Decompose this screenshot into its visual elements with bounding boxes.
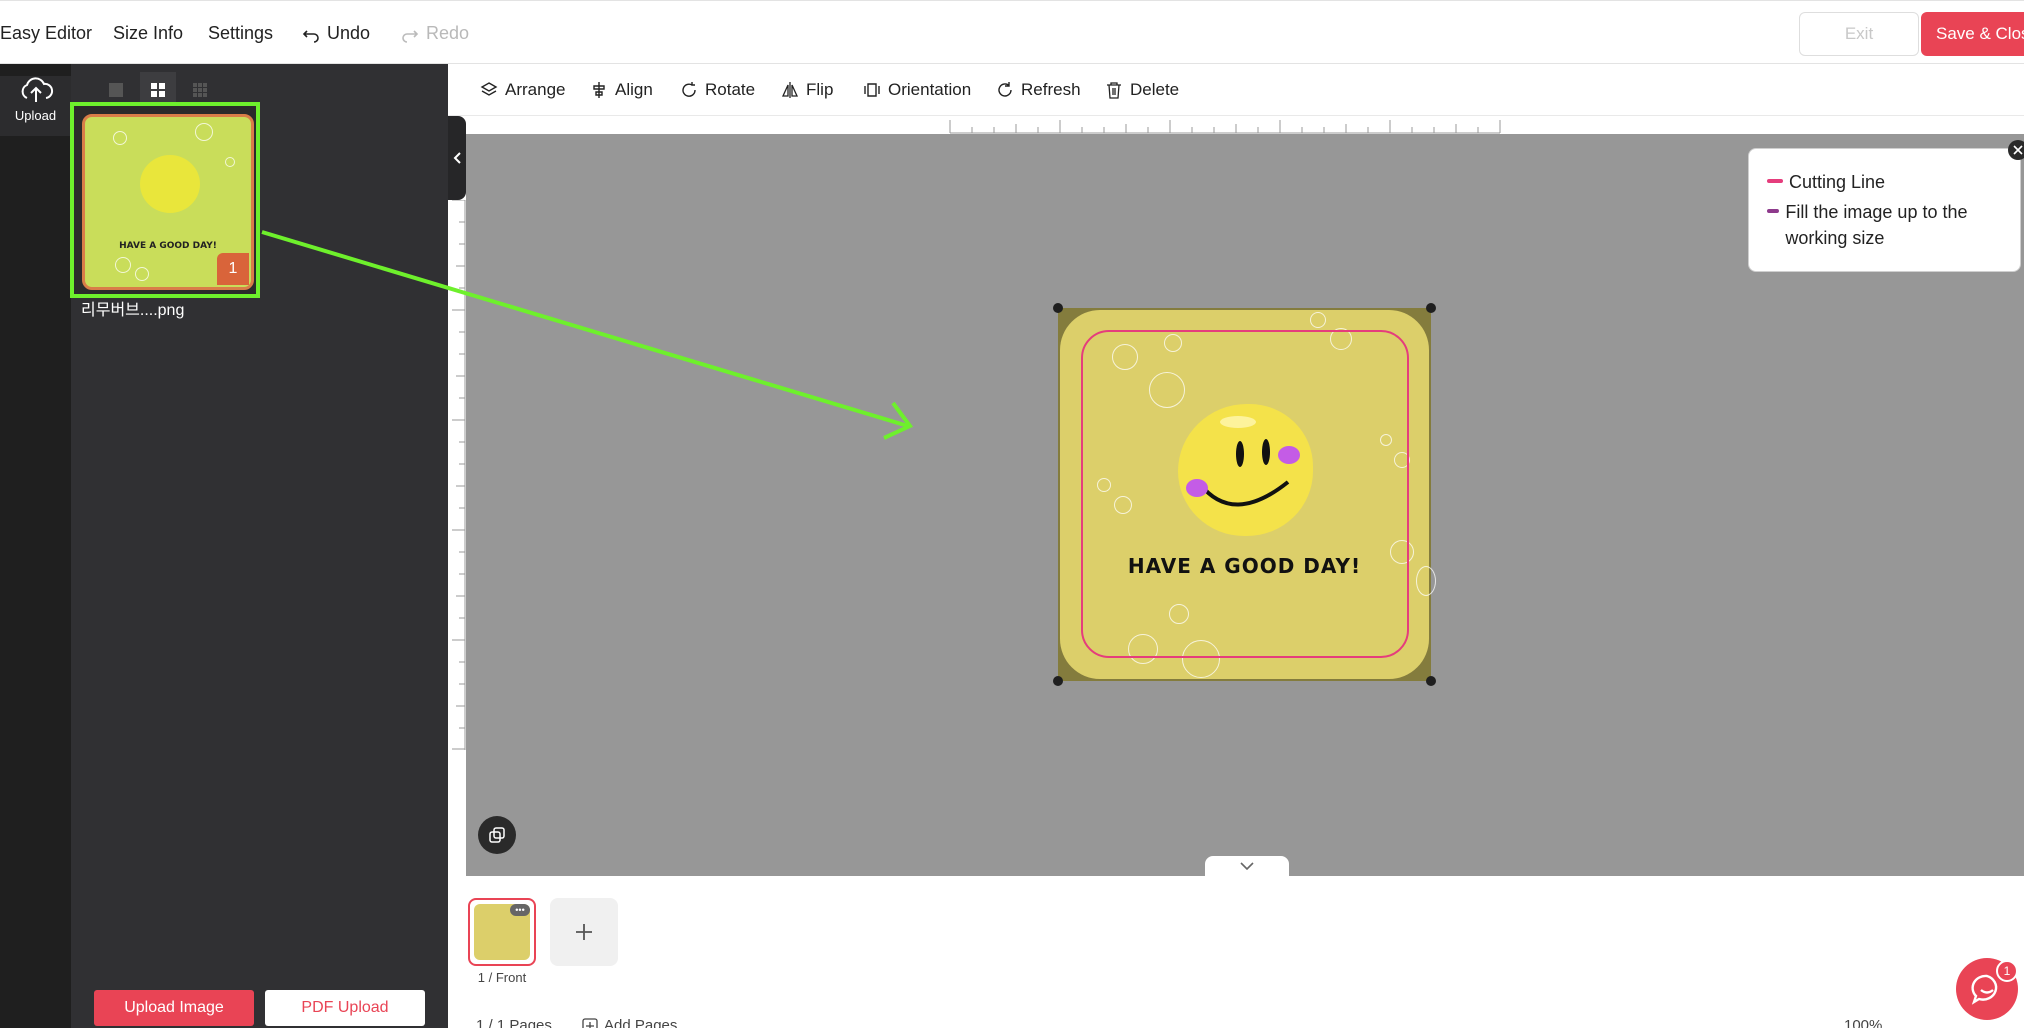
arrange-button[interactable]: Arrange	[480, 80, 565, 100]
fit-view-button[interactable]	[478, 816, 516, 854]
resize-handle-bottom-left[interactable]	[1053, 676, 1063, 686]
align-button[interactable]: Align	[590, 80, 653, 100]
undo-icon	[302, 29, 319, 43]
legend-close-button[interactable]	[2008, 140, 2024, 160]
trash-icon	[1107, 82, 1121, 99]
chevron-down-icon	[1240, 862, 1254, 870]
rotate-button[interactable]: Rotate	[680, 80, 755, 100]
app-title: Easy Editor	[0, 23, 92, 44]
grid-view-icon	[151, 83, 165, 97]
align-icon	[593, 82, 605, 98]
refresh-icon	[998, 82, 1012, 97]
legend-cutting-label: Cutting Line	[1789, 172, 1886, 192]
resize-handle-bottom-right[interactable]	[1426, 676, 1436, 686]
align-label: Align	[615, 80, 653, 99]
panel-collapse-button[interactable]	[448, 116, 466, 200]
pdf-upload-label: PDF Upload	[301, 999, 389, 1016]
exit-button[interactable]: Exit	[1799, 12, 1919, 56]
thumbnail-filename: 리무버브....png	[81, 302, 185, 319]
pages-toggle-button[interactable]	[1205, 856, 1289, 876]
undo-button[interactable]: Undo	[301, 23, 370, 44]
plus-icon	[576, 924, 592, 940]
uploaded-image-thumbnail[interactable]: HAVE A GOOD DAY! 1	[70, 102, 260, 298]
layers-icon	[480, 82, 498, 96]
settings-menu[interactable]: Settings	[208, 23, 273, 44]
usage-count-badge: 1	[217, 253, 249, 285]
cutting-line-swatch	[1767, 179, 1783, 183]
resize-handle-top-left[interactable]	[1053, 303, 1063, 313]
rotate-label: Rotate	[705, 80, 756, 99]
square-view-icon	[109, 83, 123, 97]
chevron-left-icon	[453, 152, 461, 164]
undo-label: Undo	[327, 23, 371, 43]
pages-bar: ••• 1 / Front 1 / 1 Pages Add Pages 100%	[448, 876, 2024, 1028]
cutting-line	[1081, 330, 1409, 658]
size-info-menu[interactable]: Size Info	[113, 23, 183, 44]
smiley-face-icon	[140, 155, 200, 213]
legend-cutting-line: Cutting Line	[1767, 169, 1885, 195]
resize-handle-top-right[interactable]	[1426, 303, 1436, 313]
delete-label: Delete	[1130, 80, 1180, 99]
thumbnail-image: HAVE A GOOD DAY! 1	[82, 114, 254, 290]
chat-notification-badge: 1	[1996, 960, 2018, 982]
close-icon	[2013, 145, 2023, 155]
save-close-button[interactable]: Save & Close	[1921, 12, 2024, 56]
legend-fill-label: Fill the image up to the working size	[1785, 202, 1968, 248]
app-title-label: Easy Editor	[0, 23, 93, 43]
page-thumbnail-front[interactable]: •••	[468, 898, 536, 966]
upload-tab[interactable]: Upload	[0, 76, 71, 136]
orientation-icon	[864, 83, 880, 97]
flip-button[interactable]: Flip	[781, 80, 833, 100]
refresh-label: Refresh	[1021, 80, 1081, 99]
add-page-button[interactable]	[550, 898, 618, 966]
page-more-button[interactable]: •••	[510, 904, 530, 916]
upload-image-button[interactable]: Upload Image	[94, 990, 254, 1026]
flip-label: Flip	[806, 80, 834, 99]
add-pages-link[interactable]: Add Pages	[582, 1017, 677, 1028]
upload-tab-label: Upload	[14, 108, 57, 123]
legend-box: Cutting Line Fill the image up to the wo…	[1748, 148, 2021, 272]
small-grid-view-icon	[193, 83, 207, 97]
redo-icon	[402, 29, 419, 43]
arrange-label: Arrange	[505, 80, 566, 99]
add-box-icon	[582, 1017, 598, 1028]
page-label: 1 / Front	[477, 970, 527, 985]
orientation-button[interactable]: Orientation	[863, 80, 971, 100]
fill-hint-swatch	[1767, 209, 1780, 213]
upload-image-label: Upload Image	[124, 999, 224, 1016]
exit-label: Exit	[1844, 24, 1874, 43]
edit-toolbar: Arrange Align Rotate Flip Orientation Re…	[448, 64, 2024, 116]
delete-button[interactable]: Delete	[1105, 80, 1179, 100]
top-bar: Easy Editor Size Info Settings Undo Redo…	[0, 0, 2024, 64]
pdf-upload-button[interactable]: PDF Upload	[265, 990, 425, 1026]
rotate-icon	[682, 82, 696, 97]
flip-icon	[781, 82, 799, 98]
vertical-ruler	[448, 200, 466, 750]
orientation-label: Orientation	[888, 80, 972, 99]
thumbnail-text: HAVE A GOOD DAY!	[119, 241, 217, 251]
settings-label: Settings	[208, 23, 274, 43]
page-count: 1 / 1 Pages	[476, 1017, 552, 1028]
copy-frame-icon	[489, 827, 505, 843]
legend-fill-hint: Fill the image up to the working size	[1767, 199, 2007, 251]
horizontal-ruler	[466, 116, 2024, 134]
save-close-label: Save & Close	[1936, 24, 2024, 43]
left-rail: Upload	[0, 64, 71, 1028]
add-pages-label: Add Pages	[604, 1017, 678, 1028]
cloud-upload-icon	[21, 77, 53, 102]
zoom-level: 100%	[1844, 1017, 1883, 1028]
size-info-label: Size Info	[113, 23, 184, 43]
redo-button[interactable]: Redo	[400, 23, 469, 44]
redo-label: Redo	[426, 23, 470, 43]
refresh-button[interactable]: Refresh	[996, 80, 1081, 100]
